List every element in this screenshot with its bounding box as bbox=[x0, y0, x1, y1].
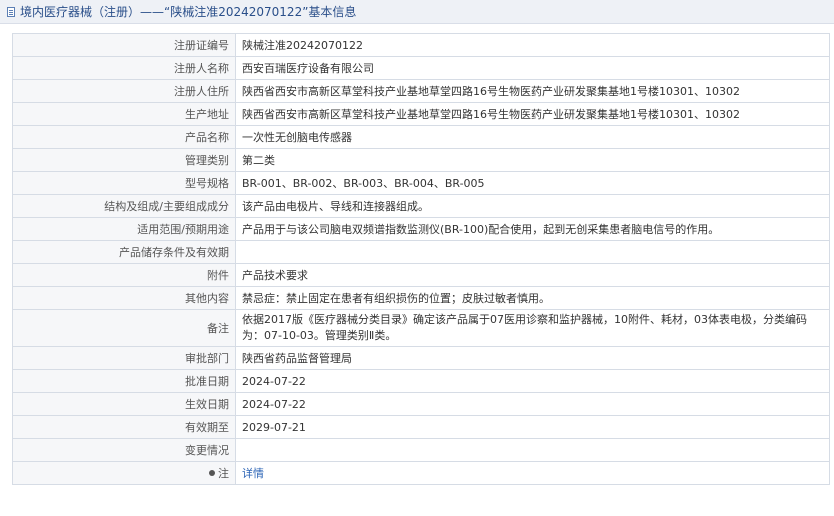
row-label: 其他内容 bbox=[12, 286, 236, 310]
row-label: 型号规格 bbox=[12, 171, 236, 195]
row-value: 产品技术要求 bbox=[235, 263, 830, 287]
table-row-reg-number: 注册证编号 陕械注准20242070122 bbox=[12, 33, 830, 57]
row-value: 陕西省西安市高新区草堂科技产业基地草堂四路16号生物医药产业研发聚集基地1号楼1… bbox=[235, 79, 830, 103]
table-row-approval-date: 批准日期 2024-07-22 bbox=[12, 369, 830, 393]
row-value bbox=[235, 438, 830, 462]
table-row-note: 注 详情 bbox=[12, 461, 830, 485]
row-value: 2029-07-21 bbox=[235, 415, 830, 439]
row-label: 附件 bbox=[12, 263, 236, 287]
row-label: 注 bbox=[12, 461, 236, 485]
table-row-other: 其他内容 禁忌症：禁止固定在患者有组织损伤的位置；皮肤过敏者慎用。 bbox=[12, 286, 830, 310]
row-label: 注册人名称 bbox=[12, 56, 236, 80]
row-value: 产品用于与该公司脑电双频谱指数监测仪(BR-100)配合使用，起到无创采集患者脑… bbox=[235, 217, 830, 241]
row-label: 生产地址 bbox=[12, 102, 236, 126]
table-row-approval-dept: 审批部门 陕西省药品监督管理局 bbox=[12, 346, 830, 370]
note-label: 注 bbox=[218, 466, 229, 480]
table-row-structure: 结构及组成/主要组成成分 该产品由电极片、导线和连接器组成。 bbox=[12, 194, 830, 218]
row-label: 变更情况 bbox=[12, 438, 236, 462]
row-label: 有效期至 bbox=[12, 415, 236, 439]
table-row-changes: 变更情况 bbox=[12, 438, 830, 462]
row-value: 2024-07-22 bbox=[235, 369, 830, 393]
row-value: 2024-07-22 bbox=[235, 392, 830, 416]
row-label: 审批部门 bbox=[12, 346, 236, 370]
row-value: BR-001、BR-002、BR-003、BR-004、BR-005 bbox=[235, 171, 830, 195]
table-row-effective-date: 生效日期 2024-07-22 bbox=[12, 392, 830, 416]
row-label: 产品名称 bbox=[12, 125, 236, 149]
table-row-model-spec: 型号规格 BR-001、BR-002、BR-003、BR-004、BR-005 bbox=[12, 171, 830, 195]
row-value: 禁忌症：禁止固定在患者有组织损伤的位置；皮肤过敏者慎用。 bbox=[235, 286, 830, 310]
table-row-attachment: 附件 产品技术要求 bbox=[12, 263, 830, 287]
page-header: 境内医疗器械（注册）——“陕械注准20242070122”基本信息 bbox=[0, 0, 834, 24]
bullet-icon bbox=[209, 469, 215, 476]
row-value: 该产品由电极片、导线和连接器组成。 bbox=[235, 194, 830, 218]
table-row-registrant-name: 注册人名称 西安百瑞医疗设备有限公司 bbox=[12, 56, 830, 80]
row-label: 备注 bbox=[12, 309, 236, 347]
page-title: 境内医疗器械（注册）——“陕械注准20242070122”基本信息 bbox=[20, 5, 357, 19]
row-label: 注册证编号 bbox=[12, 33, 236, 57]
row-value: 一次性无创脑电传感器 bbox=[235, 125, 830, 149]
row-value: 依据2017版《医疗器械分类目录》确定该产品属于07医用诊察和监护器械，10附件… bbox=[235, 309, 830, 347]
row-value: 陕械注准20242070122 bbox=[235, 33, 830, 57]
row-value: 西安百瑞医疗设备有限公司 bbox=[235, 56, 830, 80]
row-label: 管理类别 bbox=[12, 148, 236, 172]
table-row-storage: 产品储存条件及有效期 bbox=[12, 240, 830, 264]
table-row-remarks: 备注 依据2017版《医疗器械分类目录》确定该产品属于07医用诊察和监护器械，1… bbox=[12, 309, 830, 347]
row-label: 批准日期 bbox=[12, 369, 236, 393]
table-row-expiry-date: 有效期至 2029-07-21 bbox=[12, 415, 830, 439]
table-row-production-address: 生产地址 陕西省西安市高新区草堂科技产业基地草堂四路16号生物医药产业研发聚集基… bbox=[12, 102, 830, 126]
row-value: 详情 bbox=[235, 461, 830, 485]
row-label: 生效日期 bbox=[12, 392, 236, 416]
row-label: 产品储存条件及有效期 bbox=[12, 240, 236, 264]
row-value bbox=[235, 240, 830, 264]
table-row-management-class: 管理类别 第二类 bbox=[12, 148, 830, 172]
info-table: 注册证编号 陕械注准20242070122 注册人名称 西安百瑞医疗设备有限公司… bbox=[12, 33, 830, 485]
row-value: 陕西省药品监督管理局 bbox=[235, 346, 830, 370]
row-label: 结构及组成/主要组成成分 bbox=[12, 194, 236, 218]
row-value: 第二类 bbox=[235, 148, 830, 172]
row-label: 注册人住所 bbox=[12, 79, 236, 103]
document-icon bbox=[7, 6, 15, 17]
table-row-product-name: 产品名称 一次性无创脑电传感器 bbox=[12, 125, 830, 149]
table-row-registrant-address: 注册人住所 陕西省西安市高新区草堂科技产业基地草堂四路16号生物医药产业研发聚集… bbox=[12, 79, 830, 103]
row-label: 适用范围/预期用途 bbox=[12, 217, 236, 241]
table-row-intended-use: 适用范围/预期用途 产品用于与该公司脑电双频谱指数监测仪(BR-100)配合使用… bbox=[12, 217, 830, 241]
row-value: 陕西省西安市高新区草堂科技产业基地草堂四路16号生物医药产业研发聚集基地1号楼1… bbox=[235, 102, 830, 126]
details-link[interactable]: 详情 bbox=[242, 467, 264, 480]
